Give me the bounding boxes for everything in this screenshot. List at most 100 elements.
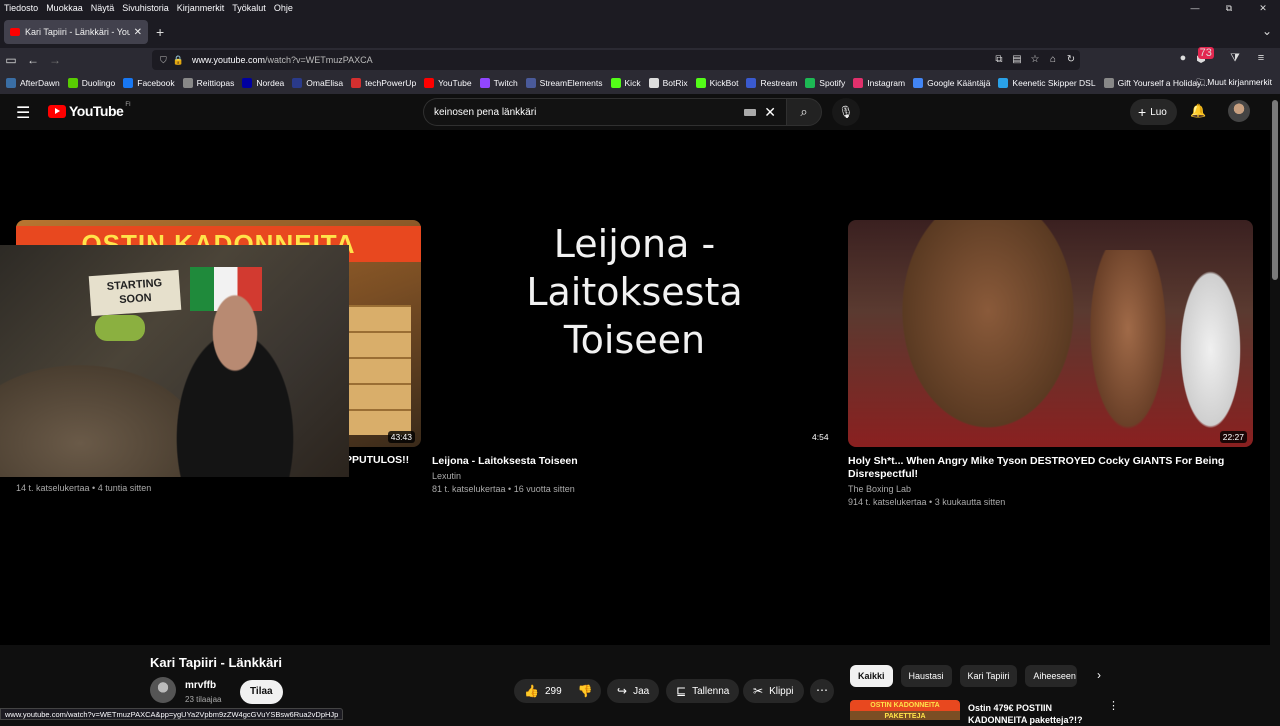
search-input[interactable]: keinosen pena länkkäri ✕ — [423, 98, 786, 126]
bookmark-kickbot[interactable]: KickBot — [695, 78, 738, 88]
avatar[interactable] — [1228, 100, 1250, 122]
share-button[interactable]: ↪ Jaa — [607, 679, 660, 703]
channel-name[interactable]: mrvffb — [185, 680, 216, 691]
bookmark-nordea[interactable]: Nordea — [242, 78, 284, 88]
bookmark-favicon-icon — [479, 78, 490, 88]
voice-search-button[interactable]: 🎙 — [832, 98, 860, 126]
chevron-right-icon[interactable]: › — [1097, 668, 1101, 682]
endscreen-card-3[interactable]: 22:27 Holy Sh*t... When Angry Mike Tyson… — [848, 220, 1253, 507]
menu-bookmarks[interactable]: Kirjanmerkit — [177, 3, 225, 13]
bookmark-facebook[interactable]: Facebook — [123, 78, 175, 88]
bookmark-reittiopas[interactable]: Reittiopas — [182, 78, 234, 88]
like-icon[interactable]: 👍 — [524, 684, 539, 698]
bookmark-duolingo[interactable]: Duolingo — [67, 78, 115, 88]
chip-all[interactable]: Kaikki — [850, 665, 893, 687]
bookmark-instagram[interactable]: Instagram — [853, 78, 905, 88]
bookmark-techpowerup[interactable]: techPowerUp — [351, 78, 416, 88]
bookmark-label: StreamElements — [539, 78, 603, 88]
url-bar[interactable]: ⛉ 🔒 www.youtube.com /watch?v=WETmuzPAXCA… — [152, 50, 1080, 70]
create-button[interactable]: + Luo — [1130, 99, 1177, 125]
endscreen-title-1-partial[interactable]: PPUTULOS!! — [345, 454, 409, 466]
save-button[interactable]: ⊑ Tallenna — [666, 679, 740, 703]
bookmark-label: Instagram — [867, 78, 906, 88]
tracking-protection-icon[interactable]: ⛉ — [160, 55, 167, 66]
bookmark-favicon-icon — [998, 78, 1009, 88]
clip-button[interactable]: ✂ Klippi — [743, 679, 804, 703]
account-icon[interactable]: ● — [1170, 52, 1196, 65]
chip-kari-tapiiri[interactable]: Kari Tapiiri — [959, 665, 1018, 687]
extensions-icon[interactable]: ⧩ — [1222, 52, 1248, 65]
subscribe-button[interactable]: Tilaa — [240, 680, 283, 704]
close-tab-icon[interactable]: ✕ — [134, 27, 142, 38]
page-title: Kari Tapiiri - Länkkäri — [150, 655, 282, 670]
youtube-logo[interactable]: YouTube FI — [48, 102, 131, 119]
home-icon[interactable]: ⌂ — [1044, 52, 1062, 68]
bookmark-botrix[interactable]: BotRix — [648, 78, 688, 88]
minimize-button[interactable]: — — [1178, 0, 1212, 16]
url-path: /watch?v=WETmuzPAXCA — [265, 55, 373, 65]
clear-search-icon[interactable]: ✕ — [764, 104, 776, 121]
bookmark-kick[interactable]: Kick — [610, 78, 641, 88]
scrollbar-thumb[interactable] — [1272, 100, 1278, 280]
other-bookmarks-folder[interactable]: 🗀 Muut kirjanmerkit — [1196, 77, 1272, 91]
picture-in-picture-icon[interactable]: ⧉ — [990, 52, 1008, 68]
extension-notifications-icon[interactable]: ⬢73 — [1196, 47, 1222, 65]
endscreen-thumbnail-2[interactable]: Leijona - Laitoksesta Toiseen — [432, 220, 837, 447]
bookmark-spotify[interactable]: Spotify — [805, 78, 845, 88]
endscreen-card-2[interactable]: Leijona - Laitoksesta Toiseen Leijona - … — [432, 220, 837, 494]
chip-search[interactable]: Haustasi — [900, 665, 952, 687]
reader-view-icon[interactable]: ▤ — [1008, 52, 1026, 68]
endscreen-title-3[interactable]: Holy Sh*t... When Angry Mike Tyson DESTR… — [848, 455, 1253, 481]
guide-menu-icon[interactable]: ☰ — [16, 103, 30, 123]
endscreen-thumbnail-3[interactable]: 22:27 — [848, 220, 1253, 447]
menu-edit[interactable]: Muokkaa — [46, 3, 83, 13]
menu-file[interactable]: Tiedosto — [4, 3, 38, 13]
bookmark-omaelisa[interactable]: OmaElisa — [292, 78, 343, 88]
bookmark-afterdawn[interactable]: AfterDawn — [6, 78, 60, 88]
restore-button[interactable]: ⧉ — [1212, 0, 1246, 16]
mike-tyson-image — [1083, 250, 1173, 447]
notifications-bell-icon[interactable]: 🔔 — [1190, 103, 1206, 119]
bookmark-gift-yourself-a-holiday[interactable]: Gift Yourself a Holiday... — [1103, 78, 1208, 88]
bookmark-youtube[interactable]: YouTube — [424, 78, 472, 88]
list-tabs-icon[interactable]: ⌄ — [1262, 24, 1272, 38]
menu-help[interactable]: Ohje — [274, 3, 293, 13]
menu-history[interactable]: Sivuhistoria — [122, 3, 169, 13]
bookmark-restream[interactable]: Restream — [746, 78, 797, 88]
more-actions-button[interactable]: ⋯ — [810, 679, 834, 703]
page-scrollbar[interactable] — [1270, 94, 1280, 720]
bookmark-google-kääntäjä[interactable]: Google Kääntäjä — [913, 78, 990, 88]
app-menu-icon[interactable]: ≡ — [1248, 52, 1274, 65]
streamer-image — [150, 285, 320, 477]
bookmark-twitch[interactable]: Twitch — [479, 78, 518, 88]
endscreen-title-2[interactable]: Leijona - Laitoksesta Toiseen — [432, 455, 837, 468]
forward-icon[interactable]: → — [44, 53, 66, 67]
referee-image — [1173, 270, 1248, 447]
menu-view[interactable]: Näytä — [91, 3, 115, 13]
endscreen-meta-3: 914 t. katselukertaa • 3 kuukautta sitte… — [848, 497, 1006, 507]
reload-icon[interactable]: ↻ — [1062, 52, 1080, 68]
bookmark-keenetic-skipper-dsl[interactable]: Keenetic Skipper DSL — [998, 78, 1096, 88]
back-icon[interactable]: ← — [22, 53, 44, 67]
lock-icon[interactable]: 🔒 — [173, 55, 184, 66]
tab-youtube[interactable]: Kari Tapiiri - Länkkäri - YouTube ✕ — [4, 20, 148, 44]
recommended-thumbnail[interactable]: OSTIN KADONNEITA PAKETTEJA — [850, 700, 960, 720]
bookmark-favicon-icon — [805, 78, 816, 88]
menu-tools[interactable]: Työkalut — [232, 3, 266, 13]
endscreen-channel-2[interactable]: Lexutin — [432, 471, 837, 481]
chip-related[interactable]: Aiheeseen liittyvät — [1025, 665, 1078, 687]
recommended-title[interactable]: Ostin 479€ POSTIIN KADONNEITA paketteja?… — [968, 702, 1098, 726]
more-vertical-icon[interactable]: ⋮ — [1108, 699, 1119, 712]
keyboard-icon[interactable] — [744, 109, 756, 116]
bookmark-star-icon[interactable]: ☆ — [1026, 52, 1044, 68]
close-window-button[interactable]: ✕ — [1246, 0, 1280, 16]
channel-avatar[interactable] — [150, 677, 176, 703]
dislike-icon[interactable]: 👎 — [578, 684, 593, 698]
like-count[interactable]: 299 — [545, 686, 562, 697]
search-button[interactable]: ⌕ — [786, 98, 822, 126]
sidebar-icon[interactable]: ▭ — [0, 53, 22, 67]
new-tab-button[interactable]: + — [156, 24, 164, 40]
save-label: Tallenna — [692, 685, 730, 697]
bookmark-streamelements[interactable]: StreamElements — [525, 78, 603, 88]
endscreen-channel-3[interactable]: The Boxing Lab — [848, 484, 1253, 494]
